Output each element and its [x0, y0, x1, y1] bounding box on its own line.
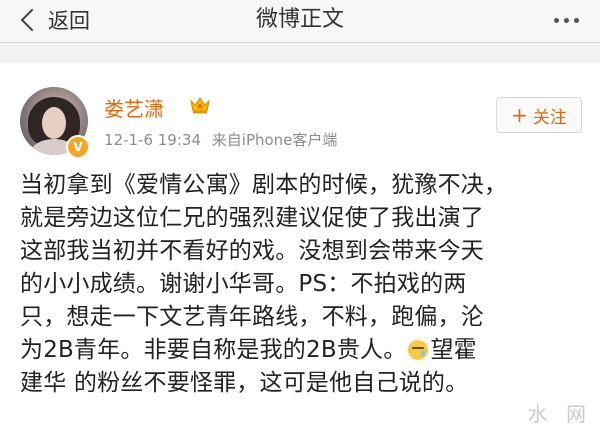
- more-options-button[interactable]: [548, 9, 584, 31]
- post-text-line: 的小小成绩。谢谢小华哥。PS：不拍戏的两: [20, 271, 467, 297]
- member-crown-icon[interactable]: [190, 96, 210, 114]
- post-source: 来自iPhone客户端: [211, 131, 338, 149]
- post-text-line: 只，想走一下文艺青年路线，不料，跑偏，沦: [20, 304, 484, 330]
- back-label: 返回: [48, 9, 90, 33]
- more-dot-icon: [573, 17, 579, 23]
- more-dot-icon: [553, 17, 559, 23]
- post-timestamp: 12-1-6 19:34: [104, 131, 201, 149]
- avatar-face: [42, 107, 66, 139]
- post-text-line: 就是旁边这位仁兄的强烈建议促使了我出演了: [20, 205, 484, 231]
- post-text-line: 当初拿到《爱情公寓》剧本的时候，犹豫不决，: [20, 172, 508, 198]
- more-dot-icon: [563, 17, 569, 23]
- chevron-left-icon: [20, 8, 44, 32]
- plus-icon: +: [511, 103, 528, 127]
- post-text-segment: 为2B青年。非要自称是我的2B贵人。: [20, 337, 407, 363]
- post-text-line: 建华 的粉丝不要怪罪，这可是他自己说的。: [20, 370, 469, 396]
- post-meta: 12-1-6 19:34 来自iPhone客户端: [104, 129, 337, 150]
- back-button[interactable]: 返回: [20, 2, 90, 38]
- post-text: 当初拿到《爱情公寓》剧本的时候，犹豫不决， 就是旁边这位仁兄的强烈建议促使了我出…: [20, 169, 585, 400]
- post-author-name[interactable]: 娄艺潇: [104, 93, 164, 122]
- page-title: 微博正文: [255, 7, 344, 32]
- post-text-segment: 望霍: [430, 337, 477, 363]
- follow-button[interactable]: + 关注: [496, 97, 582, 133]
- follow-label: 关注: [532, 107, 567, 128]
- top-navbar: 返回 微博正文: [0, 0, 600, 43]
- post-text-line: 这部我当初并不看好的戏。没想到会带来今天: [20, 238, 484, 264]
- post-card: V 娄艺潇 12-1-6 19:34 来自iPhone客户端 + 关注 当初拿到…: [0, 63, 600, 431]
- watermark: 水 网: [527, 402, 592, 426]
- verified-v-icon: V: [66, 135, 90, 159]
- sweat-emoji-icon: [408, 340, 429, 360]
- post-text-line-with-emoji: 为2B青年。非要自称是我的2B贵人。 望霍: [20, 334, 585, 367]
